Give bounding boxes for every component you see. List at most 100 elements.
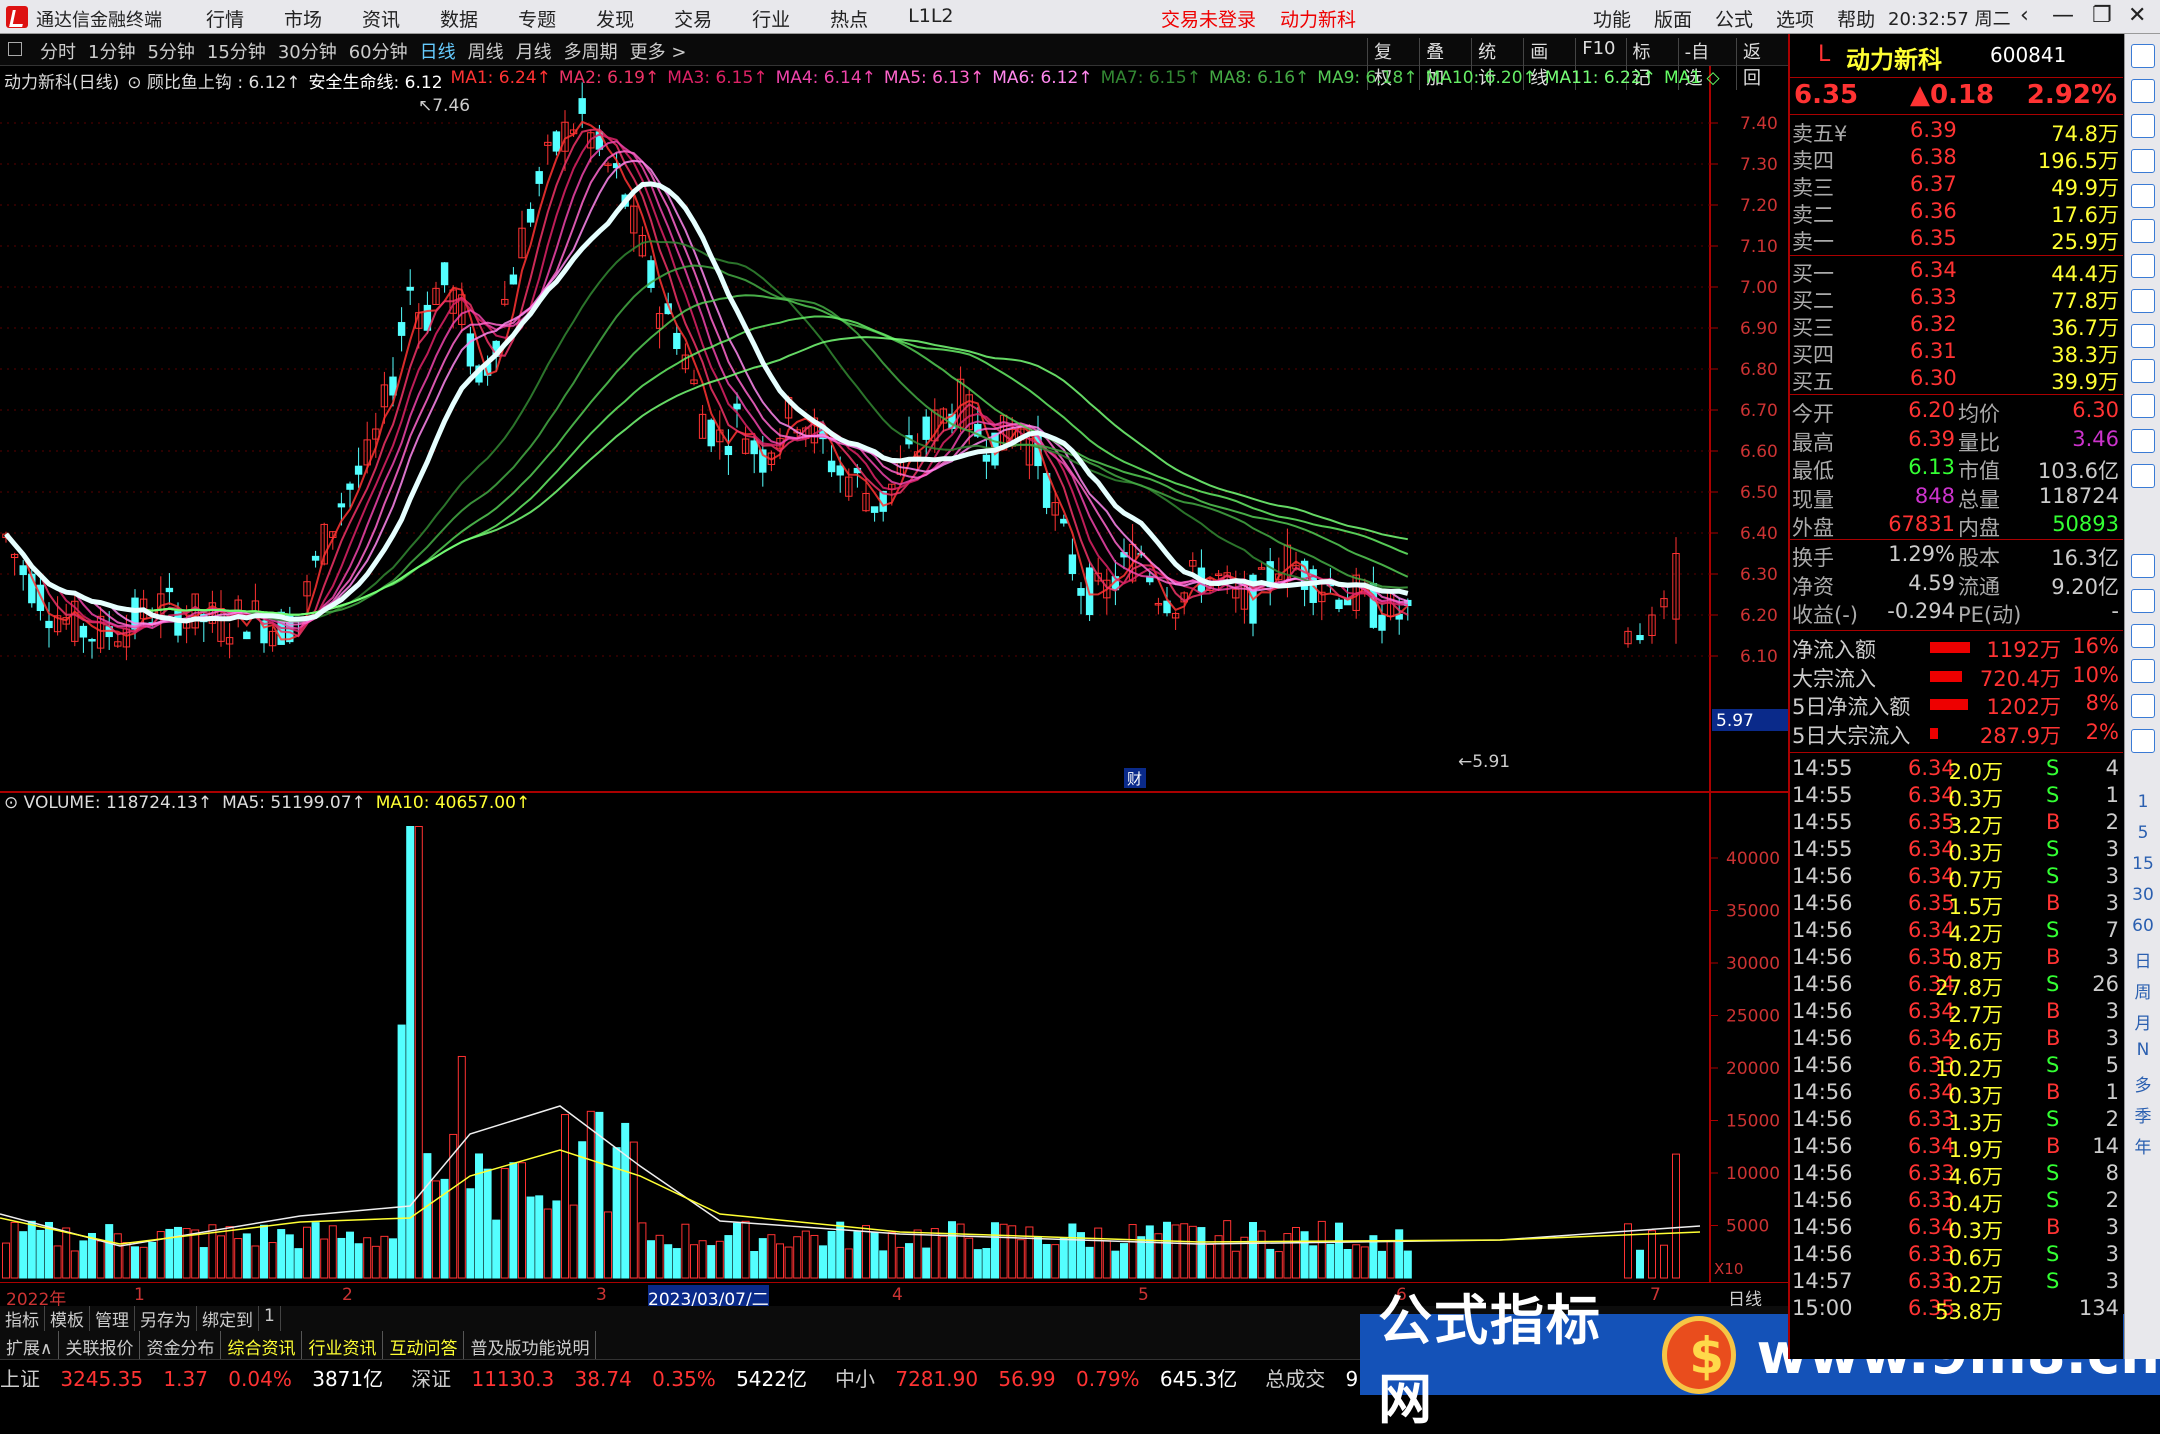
current-stock-notice[interactable]: 动力新科 — [1280, 5, 1356, 32]
period-tab-6[interactable]: 日线 — [420, 38, 456, 64]
f10-icon[interactable] — [2131, 324, 2155, 348]
minimize-icon[interactable]: — — [2052, 3, 2074, 28]
period-shortcut-2[interactable]: 15 — [2125, 854, 2160, 874]
index-3[interactable]: 总成交 9 — [1265, 1363, 1372, 1392]
ask-row[interactable]: 卖五¥ 6.39 74.8万 — [1790, 118, 2123, 146]
table-icon[interactable] — [2131, 394, 2155, 418]
period-tab-7[interactable]: 周线 — [468, 38, 504, 64]
tick-row[interactable]: 14:56 6.34 2.7万 B 3 — [1790, 999, 2123, 1027]
period-tab-5[interactable]: 60分钟 — [349, 38, 408, 64]
formula-tab-2[interactable]: 管理 — [95, 1306, 135, 1331]
ask-row[interactable]: 卖三 6.37 49.9万 — [1790, 172, 2123, 200]
info-icon[interactable] — [2131, 149, 2155, 173]
flow-row[interactable]: 大宗流入 720.4万 10% — [1790, 663, 2123, 691]
tick-row[interactable]: 14:56 6.34 1.9万 B 14 — [1790, 1134, 2123, 1162]
period-tab-8[interactable]: 月线 — [516, 38, 552, 64]
green-icon[interactable] — [2131, 694, 2155, 718]
back-icon[interactable]: ‹ — [2020, 3, 2029, 28]
right-menu-item-4[interactable]: 帮助 — [1837, 5, 1875, 32]
period-shortcut-7[interactable]: 月 — [2125, 1009, 2160, 1034]
kline-chart[interactable]: 7.40 7.30 7.20 7.10 7.00 6.90 6.80 6.70 6.60 6.50… — [0, 66, 1788, 1316]
formula-tab-5[interactable]: 1 — [264, 1306, 281, 1331]
stat-row[interactable]: 外盘 67831 内盘 50893 — [1790, 512, 2123, 540]
down-arrow-icon[interactable] — [2131, 114, 2155, 138]
period-tab-4[interactable]: 30分钟 — [278, 38, 337, 64]
tick-row[interactable]: 15:00 6.35 53.8万 134 — [1790, 1296, 2123, 1324]
bid-row[interactable]: 买三 6.32 36.7万 — [1790, 312, 2123, 340]
menu-item-2[interactable]: 资讯 — [362, 5, 400, 32]
period-tab-9[interactable]: 多周期 — [564, 38, 618, 64]
tick-row[interactable]: 14:56 6.33 0.4万 S 2 — [1790, 1188, 2123, 1216]
period-shortcut-8[interactable]: N — [2125, 1040, 2160, 1060]
up-icon[interactable] — [2131, 44, 2155, 68]
index-1[interactable]: 深证 11130.3 38.74 0.35% 5422亿 — [411, 1363, 821, 1392]
grid-icon[interactable] — [2131, 184, 2155, 208]
tick-row[interactable]: 14:55 6.34 0.3万 S 1 — [1790, 783, 2123, 811]
tick-row[interactable]: 14:56 6.33 1.3万 S 2 — [1790, 1107, 2123, 1135]
tick-row[interactable]: 14:55 6.34 2.0万 S 4 — [1790, 756, 2123, 784]
info-tab-2[interactable]: 资金分布 — [140, 1331, 222, 1359]
formula-tab-3[interactable]: 另存为 — [140, 1306, 197, 1331]
index-2[interactable]: 中小 7281.90 56.99 0.79% 645.3亿 — [835, 1363, 1251, 1392]
info-tab-6[interactable]: 普及版功能说明 — [464, 1331, 597, 1359]
period-shortcut-11[interactable]: 年 — [2125, 1133, 2160, 1158]
tick-row[interactable]: 14:56 6.35 0.8万 B 3 — [1790, 945, 2123, 973]
ask-row[interactable]: 卖二 6.36 17.6万 — [1790, 199, 2123, 227]
period-shortcut-6[interactable]: 周 — [2125, 978, 2160, 1003]
move-icon[interactable] — [2131, 589, 2155, 613]
tick-row[interactable]: 14:55 6.34 0.3万 S 3 — [1790, 837, 2123, 865]
right-menu-item-2[interactable]: 公式 — [1715, 5, 1753, 32]
stat-row[interactable]: 净资 4.59 流通 9.20亿 — [1790, 571, 2123, 599]
menu-item-1[interactable]: 市场 — [284, 5, 322, 32]
right-menu-item-0[interactable]: 功能 — [1593, 5, 1631, 32]
info-tab-3[interactable]: 综合资讯 — [221, 1331, 303, 1359]
period-shortcut-5[interactable]: 日 — [2125, 947, 2160, 972]
tick-row[interactable]: 14:56 6.33 0.6万 S 3 — [1790, 1242, 2123, 1270]
flow-row[interactable]: 5日净流入额 1202万 8% — [1790, 691, 2123, 719]
formula-tab-0[interactable]: 指标 — [5, 1306, 45, 1331]
tick-row[interactable]: 14:56 6.34 0.3万 B 1 — [1790, 1080, 2123, 1108]
tick-row[interactable]: 14:56 6.34 4.2万 S 7 — [1790, 918, 2123, 946]
tick-row[interactable]: 14:56 6.34 0.7万 S 3 — [1790, 864, 2123, 892]
menu-item-7[interactable]: 行业 — [752, 5, 790, 32]
index-0[interactable]: 上证 3245.35 1.37 0.04% 3871亿 — [0, 1363, 397, 1392]
period-shortcut-4[interactable]: 60 — [2125, 916, 2160, 936]
stat-row[interactable]: 换手 1.29% 股本 16.3亿 — [1790, 542, 2123, 570]
tick-row[interactable]: 14:56 6.33 10.2万 S 5 — [1790, 1053, 2123, 1081]
tick-row[interactable]: 14:55 6.35 3.2万 B 2 — [1790, 810, 2123, 838]
info-tab-5[interactable]: 互动问答 — [383, 1331, 465, 1359]
info-tab-0[interactable]: 扩展∧ — [0, 1331, 60, 1359]
tick-row[interactable]: 14:56 6.34 27.8万 S 26 — [1790, 972, 2123, 1000]
doc-icon[interactable] — [2131, 359, 2155, 383]
period-shortcut-0[interactable]: 1 — [2125, 792, 2160, 812]
price-row[interactable]: 6.35 ▲0.18 2.92% — [1790, 80, 2123, 110]
fs2-icon[interactable] — [2131, 659, 2155, 683]
stat-row[interactable]: 最低 6.13 市值 103.6亿 — [1790, 455, 2123, 483]
period-tab-2[interactable]: 5分钟 — [147, 38, 194, 64]
close-icon[interactable]: ✕ — [2128, 3, 2146, 28]
right-menu-item-3[interactable]: 选项 — [1776, 5, 1814, 32]
bid-row[interactable]: 买四 6.31 38.3万 — [1790, 339, 2123, 367]
menu-item-3[interactable]: 数据 — [440, 5, 478, 32]
ctrl-icon[interactable] — [2131, 729, 2155, 753]
formula-tab-1[interactable]: 模板 — [50, 1306, 90, 1331]
tick-row[interactable]: 14:56 6.33 4.6万 S 8 — [1790, 1161, 2123, 1189]
menu-item-9[interactable]: L1L2 — [908, 5, 953, 32]
fs-icon[interactable] — [2131, 429, 2155, 453]
stat-row[interactable]: 收益(-) -0.294 PE(动) - — [1790, 599, 2123, 627]
menu-item-5[interactable]: 发现 — [596, 5, 634, 32]
period-tab-1[interactable]: 1分钟 — [88, 38, 135, 64]
period-tab-10[interactable]: 更多 > — [630, 38, 687, 64]
up-arrow-icon[interactable] — [2131, 79, 2155, 103]
info-tab-4[interactable]: 行业资讯 — [302, 1331, 384, 1359]
flow-row[interactable]: 5日大宗流入 287.9万 2% — [1790, 720, 2123, 748]
bid-row[interactable]: 买二 6.33 77.8万 — [1790, 285, 2123, 313]
login-status[interactable]: 交易未登录 — [1161, 5, 1256, 32]
tick-row[interactable]: 14:56 6.35 1.5万 B 3 — [1790, 891, 2123, 919]
flow-row[interactable]: 净流入额 1192万 16% — [1790, 634, 2123, 662]
right-menu-item-1[interactable]: 版面 — [1654, 5, 1692, 32]
menu-item-4[interactable]: 专题 — [518, 5, 556, 32]
pin-icon[interactable] — [8, 42, 22, 56]
tick-row[interactable]: 14:56 6.34 2.6万 B 3 — [1790, 1026, 2123, 1054]
bid-row[interactable]: 买一 6.34 44.4万 — [1790, 258, 2123, 286]
